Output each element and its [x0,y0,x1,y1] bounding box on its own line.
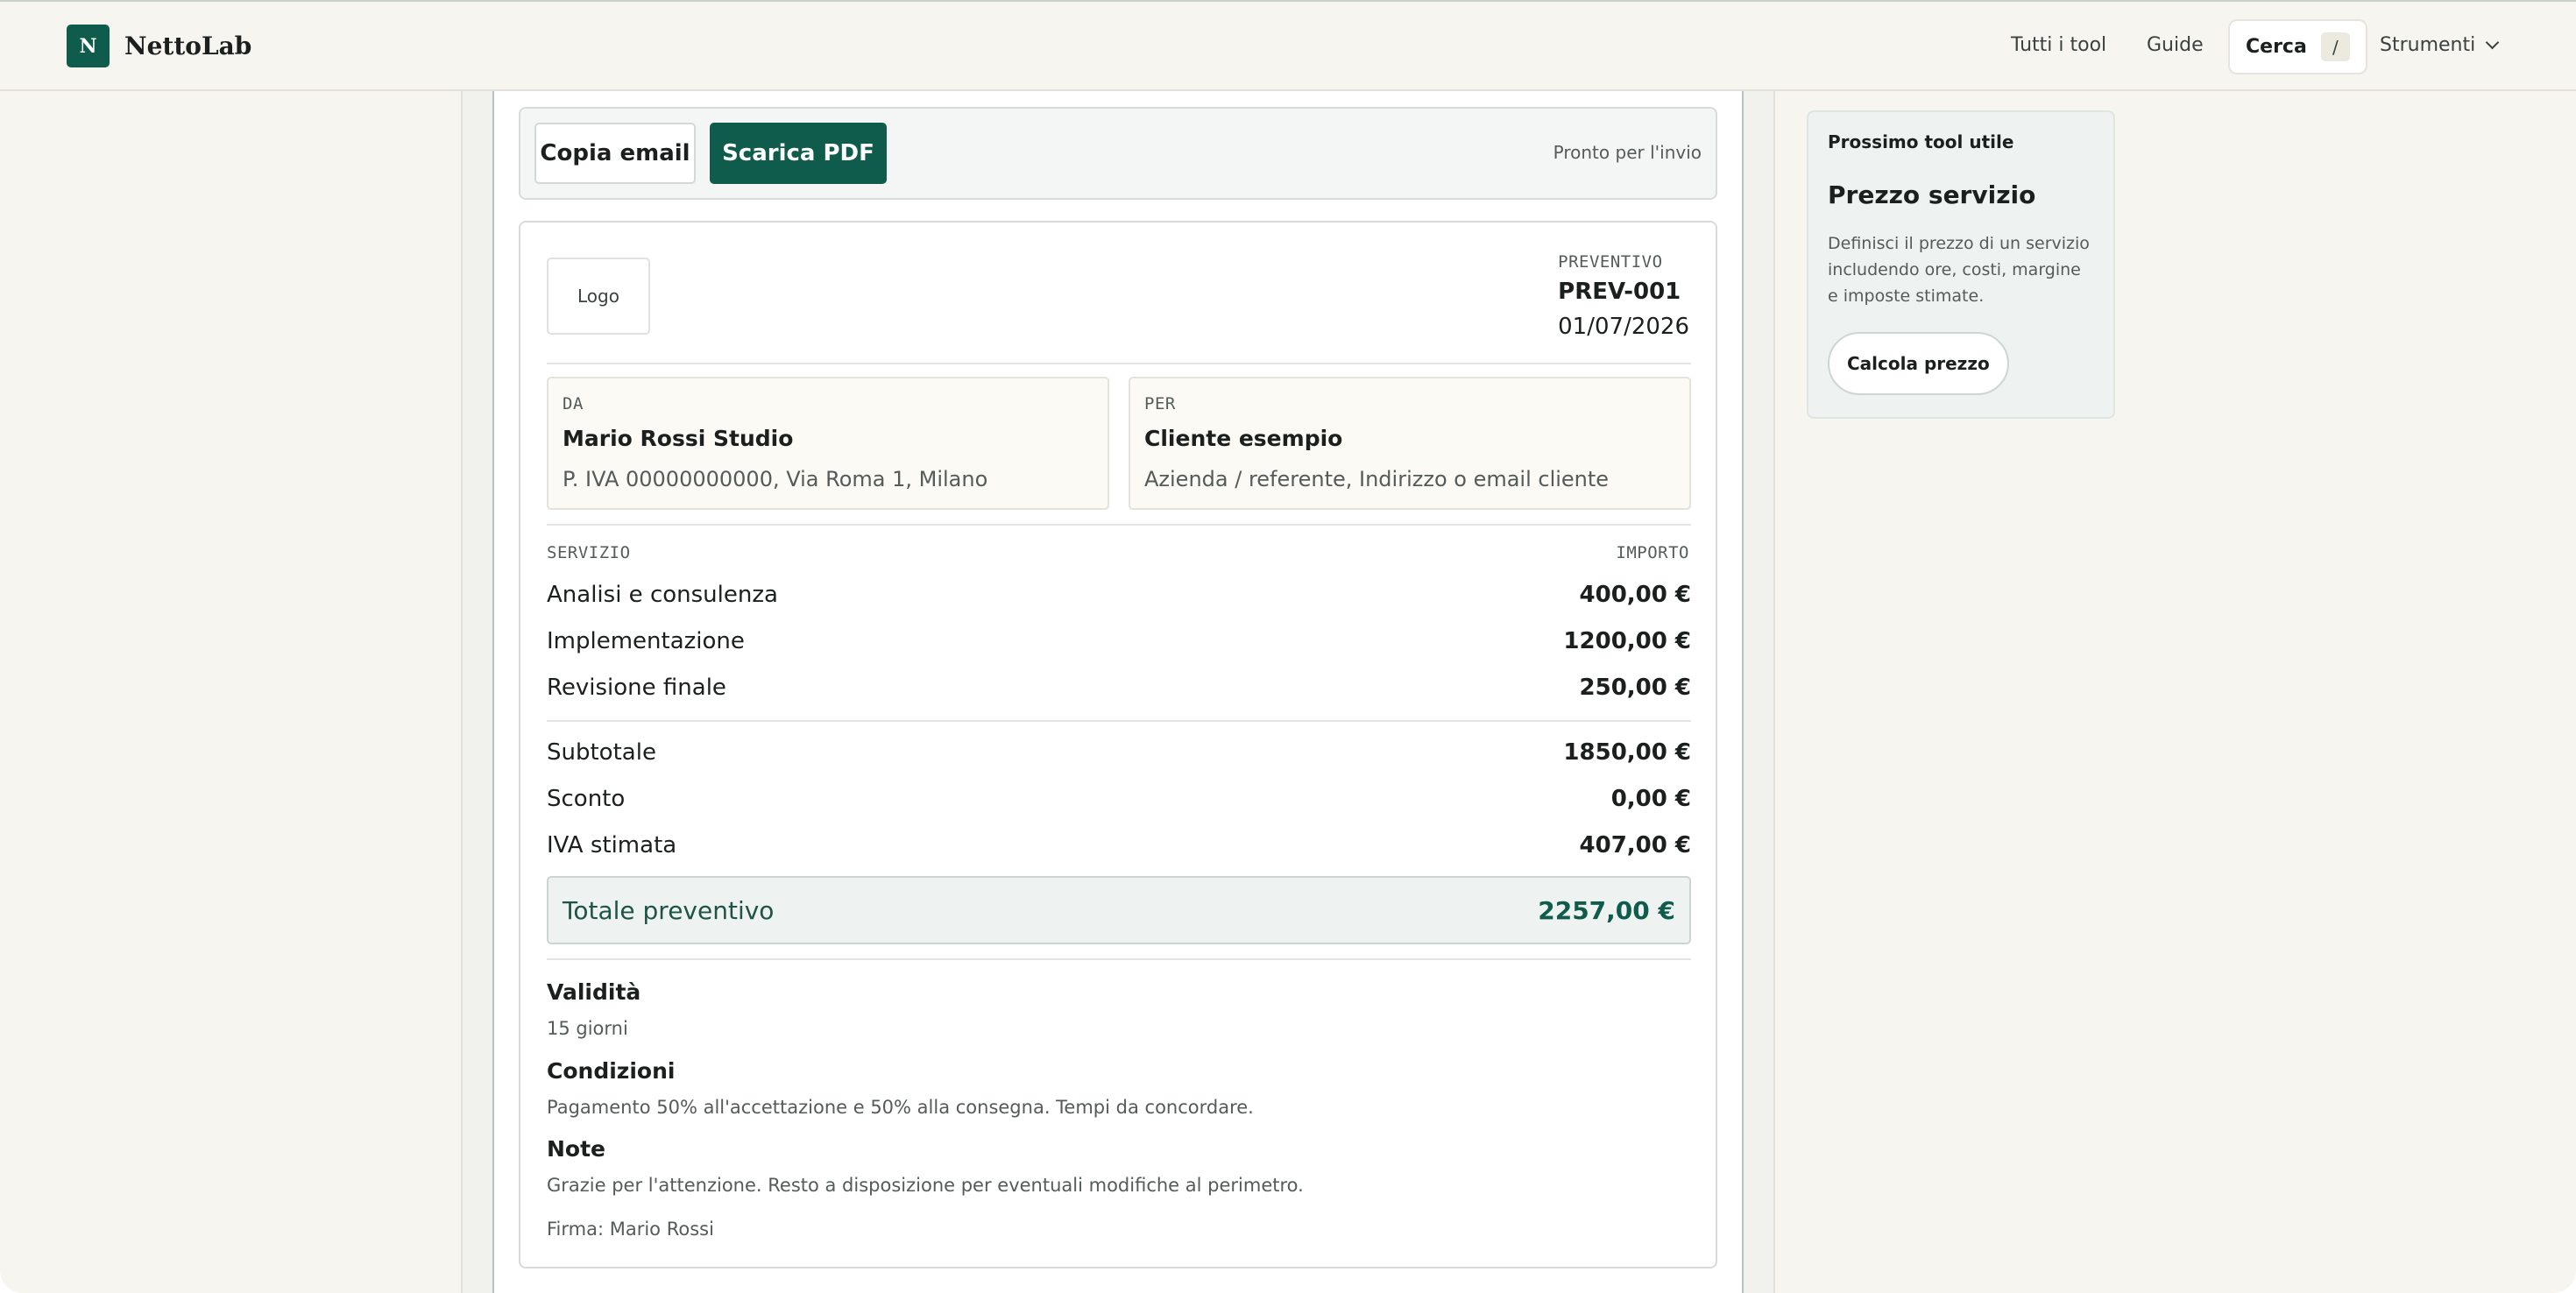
summary-value: 1850,00 € [1563,739,1691,766]
conditions-text: Pagamento 50% all'accettazione e 50% all… [547,1097,1254,1118]
line-item-amount: 1200,00 € [1563,628,1691,654]
quote-document: Logo PREVENTIVO PREV-001 01/07/2026 DA M… [519,221,1717,1268]
sender-name: Mario Rossi Studio [563,426,794,451]
line-item: Revisione finale 250,00 € [547,675,1691,701]
notes-heading: Note [547,1136,606,1162]
next-tool-card: Prossimo tool utile Prezzo servizio Defi… [1807,110,2115,419]
search-button[interactable]: Cerca / [2228,19,2367,74]
column-header-service: SERVIZIO [547,543,631,562]
line-item-name: Analisi e consulenza [547,582,778,608]
summary-label: Subtotale [547,739,656,766]
recipient-box: PER Cliente esempio Azienda / referente,… [1129,377,1691,510]
brand-logo[interactable]: N NettoLab [67,25,251,67]
sender-info: P. IVA 00000000000, Via Roma 1, Milano [563,467,988,491]
logo-placeholder: Logo [547,258,650,335]
recipient-info: Azienda / referente, Indirizzo o email c… [1144,467,1610,491]
app-window: N NettoLab Tutti i tool Guide Cerca / St… [0,0,2576,1293]
quote-kind-label: PREVENTIVO [1558,252,1663,272]
divider [547,720,1691,722]
search-shortcut-badge: / [2320,32,2350,61]
summary-row-vat: IVA stimata 407,00 € [547,832,1691,858]
top-navigation: N NettoLab Tutti i tool Guide Cerca / St… [0,2,2576,91]
sender-label: DA [563,394,584,413]
line-item: Implementazione 1200,00 € [547,628,1691,654]
copy-email-button[interactable]: Copia email [534,123,696,184]
calculate-price-button[interactable]: Calcola prezzo [1828,332,2009,395]
quote-date: 01/07/2026 [1558,314,1689,340]
nav-link-all-tools-label[interactable]: Tutti i tool [2011,34,2106,56]
summary-value: 407,00 € [1579,832,1691,858]
summary-label: IVA stimata [547,832,677,858]
divider [547,958,1691,960]
actions-bar: Copia email Scarica PDF Pronto per l'inv… [519,107,1717,200]
sender-box: DA Mario Rossi Studio P. IVA 00000000000… [547,377,1109,510]
brand-name: NettoLab [124,32,252,60]
summary-row-discount: Sconto 0,00 € [547,786,1691,812]
next-tool-kicker: Prossimo tool utile [1828,131,2014,152]
recipient-name: Cliente esempio [1144,426,1343,451]
chevron-down-icon [2485,35,2500,50]
tools-menu[interactable]: Strumenti [2380,34,2500,56]
search-label: Cerca [2246,36,2307,58]
signature: Firma: Mario Rossi [547,1219,714,1240]
total-row: Totale preventivo 2257,00 € [547,876,1691,944]
nav-link-guides[interactable]: Guide [2147,34,2204,56]
recipient-label: PER [1144,394,1176,413]
tools-menu-label: Strumenti [2380,34,2476,56]
ready-status: Pronto per l'invio [1553,142,1702,163]
total-label: Totale preventivo [563,895,775,925]
line-item-amount: 250,00 € [1579,675,1691,701]
next-tool-description: Definisci il prezzo di un servizio inclu… [1828,234,2090,306]
quote-meta: PREVENTIVO PREV-001 01/07/2026 [1558,252,1689,340]
validity-heading: Validità [547,979,641,1005]
brand-mark-icon: N [67,25,110,67]
divider [547,363,1691,364]
line-item: Analisi e consulenza 400,00 € [547,582,1691,608]
next-tool-title: Prezzo servizio [1828,180,2036,209]
notes-text: Grazie per l'attenzione. Resto a disposi… [547,1175,1304,1196]
conditions-heading: Condizioni [547,1058,676,1084]
summary-label: Sconto [547,786,626,812]
line-item-name: Implementazione [547,628,745,654]
validity-text: 15 giorni [547,1018,628,1039]
total-value: 2257,00 € [1538,895,1675,925]
download-pdf-button[interactable]: Scarica PDF [710,123,887,184]
quote-number: PREV-001 [1558,279,1681,305]
line-item-amount: 400,00 € [1579,582,1691,608]
column-header-amount: IMPORTO [1616,543,1689,562]
summary-value: 0,00 € [1610,786,1691,812]
divider [547,524,1691,526]
line-item-name: Revisione finale [547,675,726,701]
summary-row-subtotal: Subtotale 1850,00 € [547,739,1691,766]
